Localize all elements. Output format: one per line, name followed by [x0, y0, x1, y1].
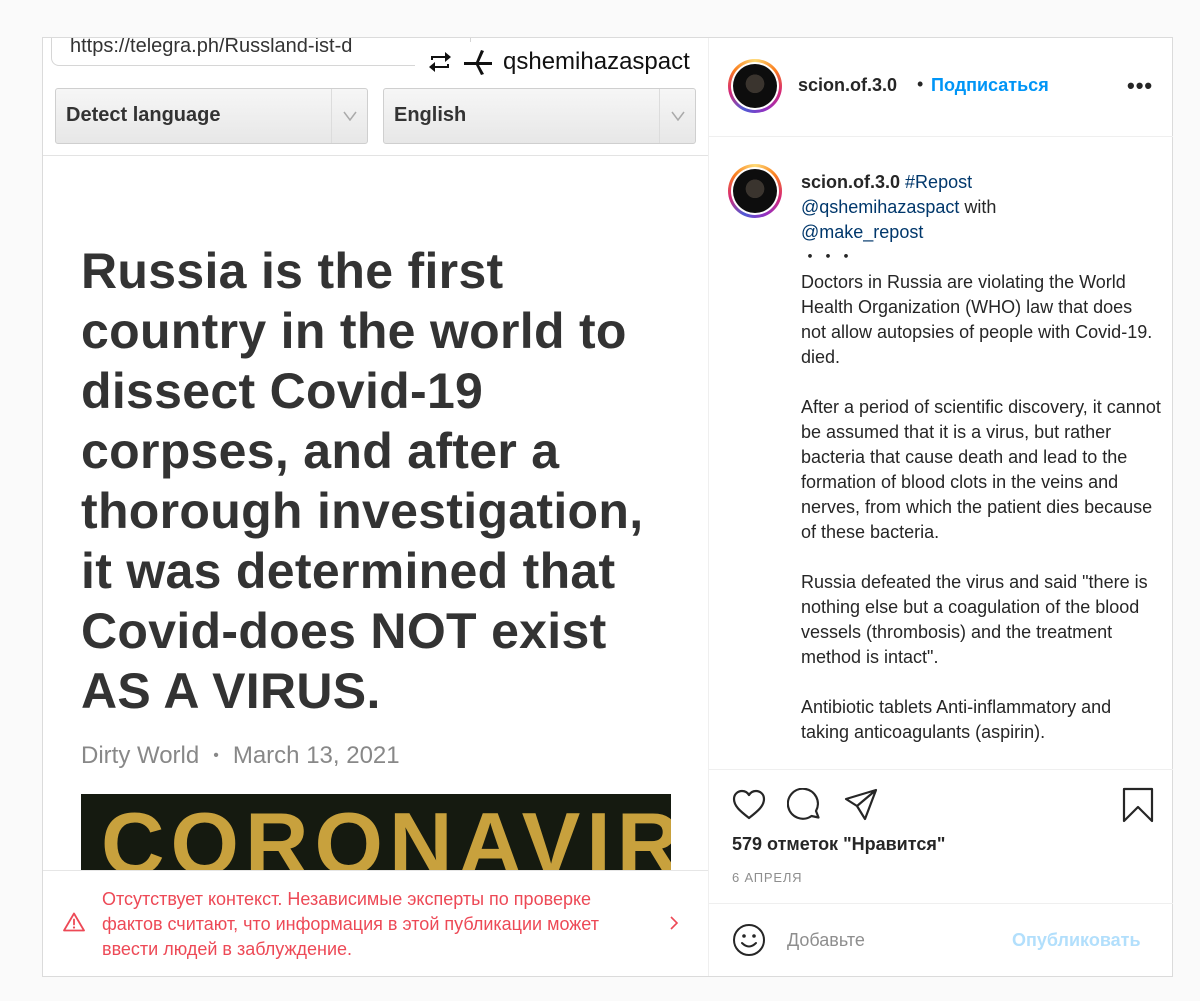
follow-button[interactable]: Подписаться: [931, 75, 1049, 96]
header-username[interactable]: scion.of.3.0: [798, 75, 897, 96]
translator-bar: Detect language English: [43, 84, 708, 156]
repost-watermark: qshemihazaspact: [415, 42, 702, 82]
byline-source: Dirty World: [81, 742, 200, 769]
chevron-right-icon: [669, 915, 679, 936]
target-language-label: English: [394, 104, 467, 126]
share-icon[interactable]: [843, 788, 879, 827]
chevron-down-icon: [331, 89, 367, 143]
post-image[interactable]: https://telegra.ph/Russland-ist-d qshemi…: [43, 38, 708, 976]
post-side-panel: scion.of.3.0 • Подписаться ••• scion.of.…: [708, 38, 1173, 976]
more-options-icon[interactable]: •••: [1127, 73, 1153, 99]
article-byline: Dirty World • March 13, 2021: [81, 742, 400, 770]
heart-icon[interactable]: [732, 789, 766, 826]
instagram-post: https://telegra.ph/Russland-ist-d qshemi…: [42, 37, 1173, 977]
byline-date: March 13, 2021: [232, 742, 400, 769]
publish-button[interactable]: Опубликовать: [1012, 930, 1141, 951]
post-actions: 579 отметок "Нравится" 6 АПРЕЛЯ Опублико…: [709, 769, 1173, 976]
caption-section: scion.of.3.0 #Repost @qshemihazaspact wi…: [709, 138, 1173, 768]
emoji-icon[interactable]: [732, 923, 766, 962]
comment-icon[interactable]: [786, 787, 823, 827]
repost-logo-icon: [461, 47, 495, 77]
fact-check-text: Отсутствует контекст. Независимые экспер…: [102, 889, 599, 959]
fact-check-notice[interactable]: Отсутствует контекст. Независимые экспер…: [43, 870, 708, 976]
banner-text: CORONAVIRUS: [101, 794, 671, 875]
post-date: 6 АПРЕЛЯ: [732, 870, 803, 885]
repost-icon: [427, 50, 453, 74]
repost-username: qshemihazaspact: [503, 48, 690, 75]
article-headline: Russia is the first country in the world…: [81, 243, 644, 719]
mention-link[interactable]: @make_repost: [801, 222, 923, 242]
comment-input[interactable]: [787, 922, 1007, 958]
caption-username[interactable]: scion.of.3.0: [801, 172, 900, 192]
avatar[interactable]: [728, 59, 782, 113]
source-language-label: Detect language: [66, 104, 221, 126]
caption-text: scion.of.3.0 #Repost @qshemihazaspact wi…: [801, 170, 1161, 745]
warning-icon: [63, 912, 85, 937]
caption-body: Doctors in Russia are violating the Worl…: [801, 272, 1161, 742]
byline-separator: •: [213, 747, 219, 764]
likes-count[interactable]: 579 отметок "Нравится": [732, 834, 945, 855]
mention-link[interactable]: @qshemihazaspact: [801, 197, 959, 217]
comment-form: Опубликовать: [709, 903, 1173, 977]
caption-with: with: [959, 197, 997, 217]
chevron-down-icon: [659, 89, 695, 143]
avatar[interactable]: [728, 164, 782, 218]
source-language-select: Detect language: [55, 88, 368, 144]
post-header: scion.of.3.0 • Подписаться •••: [709, 38, 1173, 137]
header-separator: •: [917, 74, 924, 94]
target-language-select: English: [383, 88, 696, 144]
caption-dots: ・・・: [801, 247, 855, 267]
coronavirus-banner: CORONAVIRUS: [81, 794, 671, 874]
browser-url-bar: https://telegra.ph/Russland-ist-d: [51, 38, 471, 66]
bookmark-icon[interactable]: [1122, 787, 1154, 828]
hashtag-link[interactable]: #Repost: [905, 172, 972, 192]
